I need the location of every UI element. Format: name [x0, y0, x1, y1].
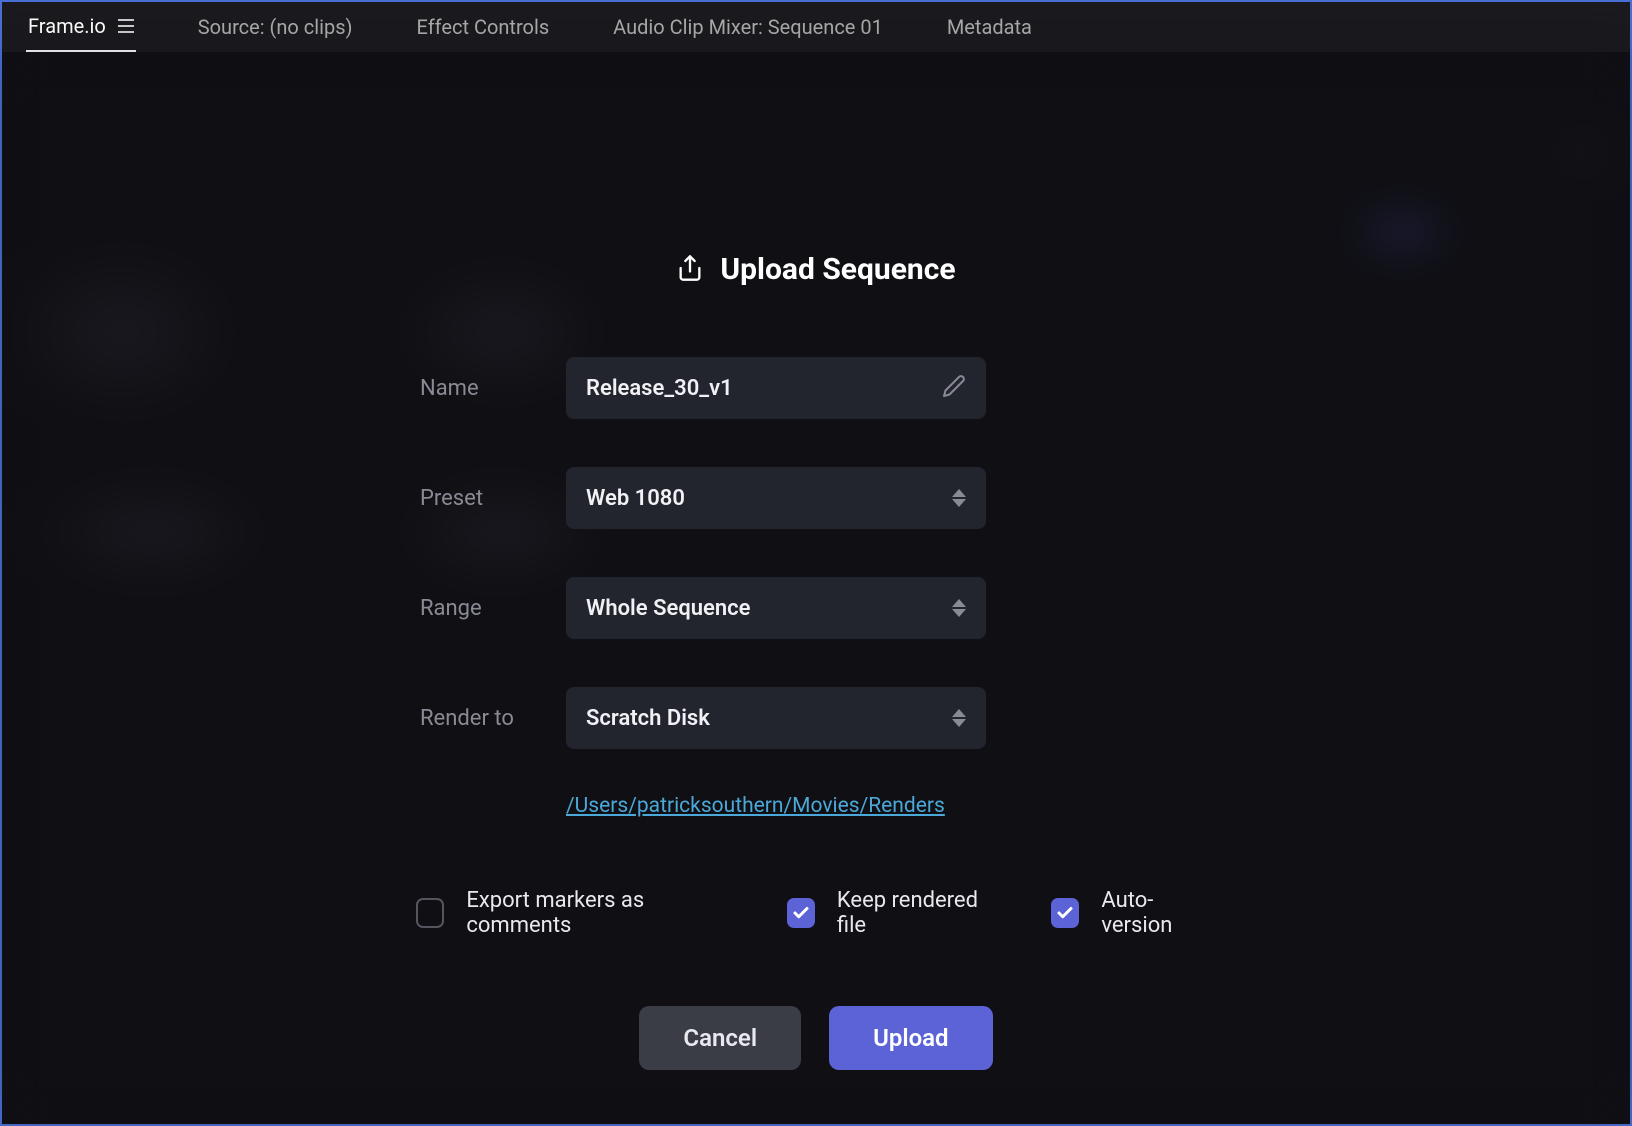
tab-metadata-label: Metadata — [947, 15, 1032, 39]
chevron-up-icon[interactable] — [952, 709, 966, 717]
check-icon — [792, 904, 810, 922]
render-to-value: Scratch Disk — [586, 706, 952, 731]
keep-rendered-checkbox-group[interactable]: Keep rendered file — [787, 888, 1002, 938]
chevron-down-icon[interactable] — [952, 609, 966, 617]
keep-rendered-label: Keep rendered file — [837, 888, 1001, 938]
render-to-field[interactable]: Scratch Disk — [566, 687, 986, 749]
render-to-row: Render to Scratch Disk — [416, 687, 1216, 749]
dialog-title: Upload Sequence — [720, 252, 955, 287]
tab-effect-controls[interactable]: Effect Controls — [415, 2, 552, 52]
upload-button[interactable]: Upload — [829, 1006, 992, 1070]
dialog-header: Upload Sequence — [416, 252, 1216, 287]
preset-row: Preset Web 1080 — [416, 467, 1216, 529]
tab-effect-controls-label: Effect Controls — [417, 15, 550, 39]
tab-source-label: Source: (no clips) — [198, 15, 353, 39]
app-container: Frame.io Source: (no clips) Effect Contr… — [0, 0, 1632, 1126]
tab-audio-mixer[interactable]: Audio Clip Mixer: Sequence 01 — [611, 2, 885, 52]
hamburger-icon[interactable] — [118, 19, 134, 33]
export-markers-checkbox[interactable] — [416, 898, 444, 928]
auto-version-checkbox-group[interactable]: Auto-version — [1051, 888, 1216, 938]
preset-spinner — [952, 489, 966, 507]
content-area: Upload Sequence Name Release_30_v1 Prese… — [2, 52, 1630, 1124]
range-label: Range — [416, 596, 566, 621]
upload-icon — [676, 254, 704, 286]
tab-audio-mixer-label: Audio Clip Mixer: Sequence 01 — [613, 15, 883, 39]
export-markers-checkbox-group[interactable]: Export markers as comments — [416, 888, 737, 938]
name-label: Name — [416, 376, 566, 401]
pencil-icon[interactable] — [942, 374, 966, 402]
range-field[interactable]: Whole Sequence — [566, 577, 986, 639]
chevron-down-icon[interactable] — [952, 719, 966, 727]
tab-frameio-label: Frame.io — [28, 14, 106, 38]
tab-bar: Frame.io Source: (no clips) Effect Contr… — [2, 2, 1630, 52]
name-field[interactable]: Release_30_v1 — [566, 357, 986, 419]
range-value: Whole Sequence — [586, 596, 952, 621]
auto-version-label: Auto-version — [1101, 888, 1216, 938]
tab-frameio[interactable]: Frame.io — [26, 2, 136, 52]
chevron-up-icon[interactable] — [952, 599, 966, 607]
upload-sequence-dialog: Upload Sequence Name Release_30_v1 Prese… — [416, 252, 1216, 1070]
preset-value: Web 1080 — [586, 486, 952, 511]
name-row: Name Release_30_v1 — [416, 357, 1216, 419]
export-markers-label: Export markers as comments — [466, 888, 736, 938]
render-to-spinner — [952, 709, 966, 727]
button-row: Cancel Upload — [416, 1006, 1216, 1070]
chevron-up-icon[interactable] — [952, 489, 966, 497]
keep-rendered-checkbox[interactable] — [787, 898, 815, 928]
preset-label: Preset — [416, 486, 566, 511]
range-spinner — [952, 599, 966, 617]
name-value: Release_30_v1 — [586, 376, 942, 401]
check-icon — [1056, 904, 1074, 922]
preset-field[interactable]: Web 1080 — [566, 467, 986, 529]
auto-version-checkbox[interactable] — [1051, 898, 1079, 928]
tab-source[interactable]: Source: (no clips) — [196, 2, 355, 52]
checkbox-row: Export markers as comments Keep rendered… — [416, 888, 1216, 938]
chevron-down-icon[interactable] — [952, 499, 966, 507]
range-row: Range Whole Sequence — [416, 577, 1216, 639]
tab-metadata[interactable]: Metadata — [945, 2, 1034, 52]
cancel-button[interactable]: Cancel — [639, 1006, 801, 1070]
render-to-label: Render to — [416, 706, 566, 731]
render-path-link[interactable]: /Users/patricksouthern/Movies/Renders — [566, 794, 945, 818]
